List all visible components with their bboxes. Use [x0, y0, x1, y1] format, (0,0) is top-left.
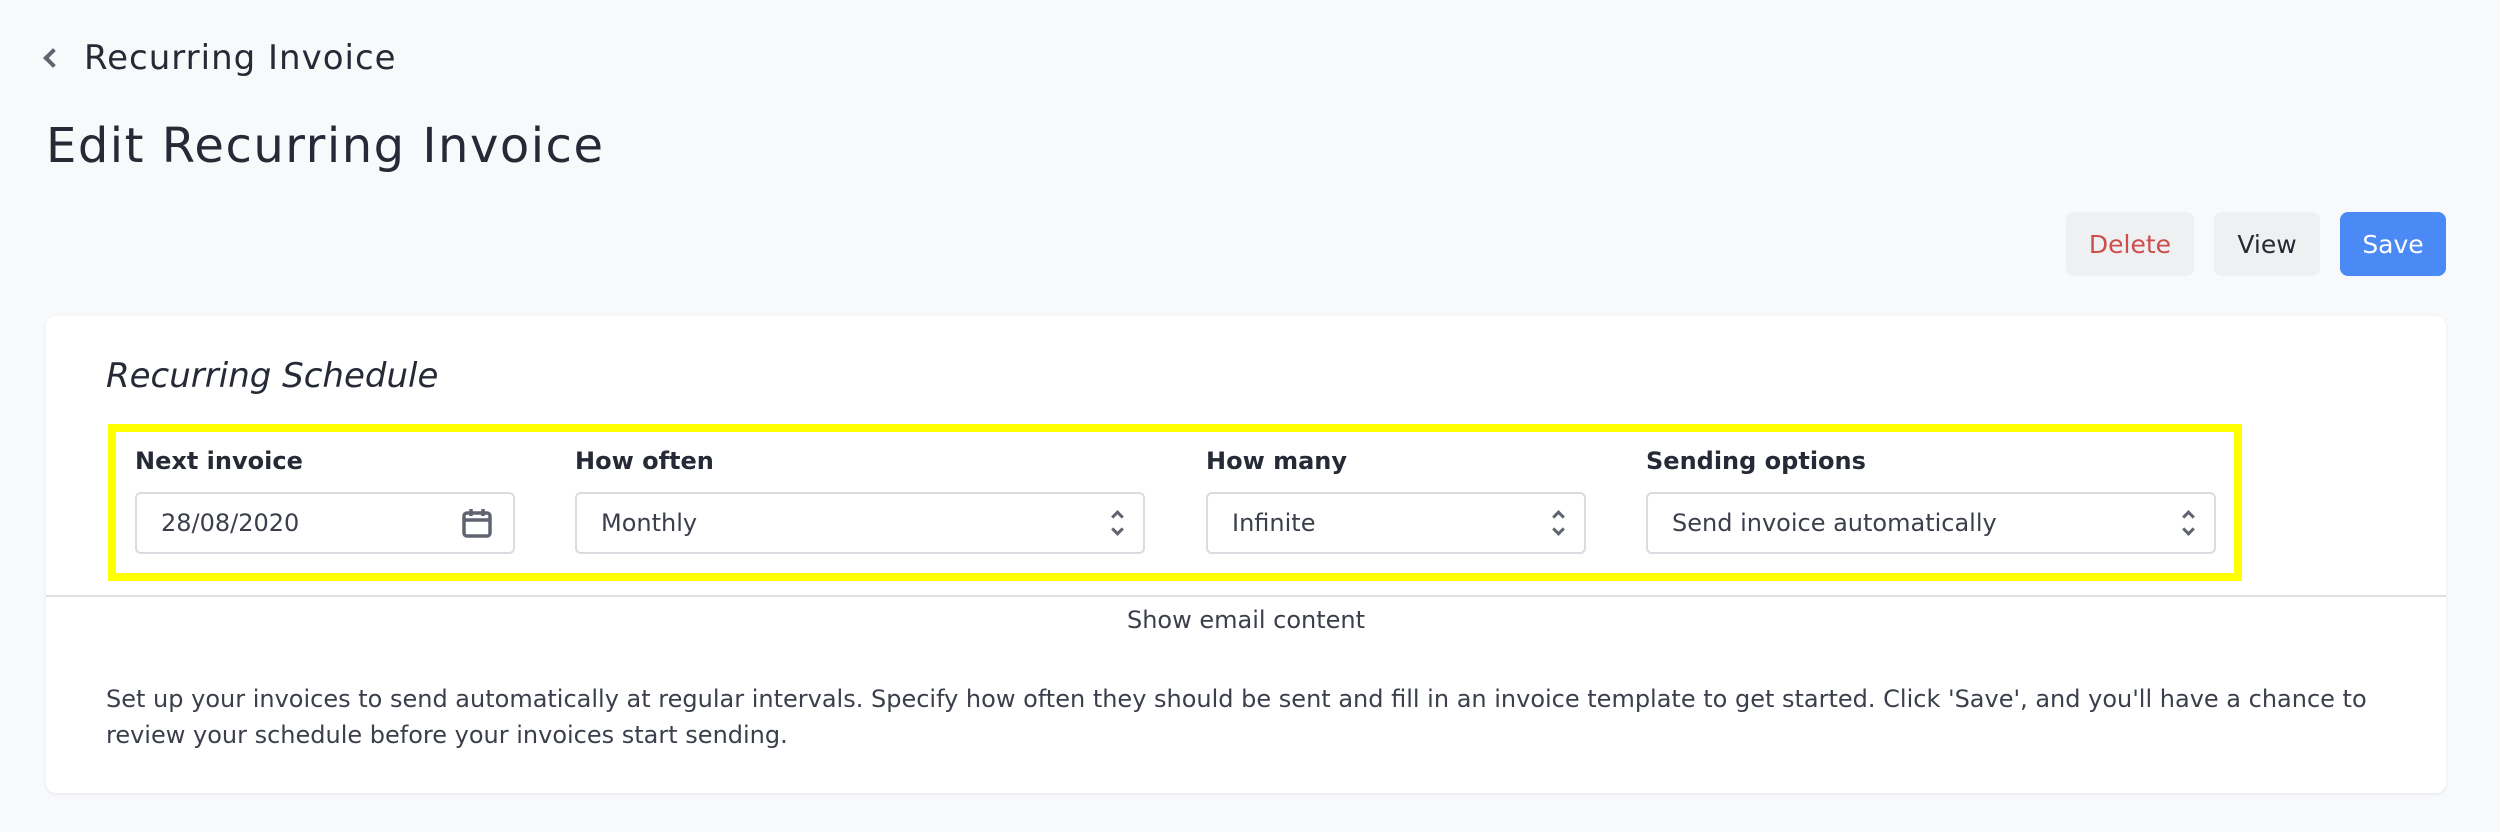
sending-options-label: Sending options [1646, 447, 1866, 475]
schedule-description: Set up your invoices to send automatical… [106, 685, 2367, 749]
next-invoice-field: Next invoice 28/08/2020 [135, 446, 515, 554]
chevron-up-down-icon [2182, 508, 2196, 538]
calendar-icon[interactable] [461, 507, 493, 539]
next-invoice-value: 28/08/2020 [161, 509, 300, 537]
how-many-value: Infinite [1232, 509, 1316, 537]
how-often-value: Monthly [601, 509, 698, 537]
chevron-up-down-icon [1552, 508, 1566, 538]
delete-button[interactable]: Delete [2066, 212, 2194, 276]
chevron-up-down-icon [1111, 508, 1125, 538]
sending-options-select[interactable]: Send invoice automatically [1646, 492, 2216, 554]
how-often-field: How often Monthly [575, 446, 1145, 554]
page-title: Edit Recurring Invoice [46, 118, 605, 174]
how-often-select[interactable]: Monthly [575, 492, 1145, 554]
edit-recurring-invoice-page: Recurring Invoice Edit Recurring Invoice… [0, 0, 2500, 832]
next-invoice-label: Next invoice [135, 447, 303, 475]
how-many-label: How many [1206, 447, 1348, 475]
show-email-content-link[interactable]: Show email content [46, 606, 2446, 634]
next-invoice-date-input[interactable]: 28/08/2020 [135, 492, 515, 554]
how-often-label: How often [575, 447, 714, 475]
view-button[interactable]: View [2214, 212, 2320, 276]
section-title: Recurring Schedule [106, 356, 439, 396]
chevron-left-icon [43, 48, 63, 68]
schedule-fields-highlight: Next invoice 28/08/2020 How often Monthl… [108, 424, 2242, 581]
back-link[interactable]: Recurring Invoice [40, 36, 397, 80]
divider [46, 595, 2446, 597]
how-many-field: How many Infinite [1206, 446, 1586, 554]
save-button[interactable]: Save [2340, 212, 2446, 276]
action-buttons: Delete View Save [2066, 212, 2446, 276]
sending-options-field: Sending options Send invoice automatical… [1646, 446, 2216, 554]
recurring-schedule-card: Recurring Schedule Next invoice 28/08/20… [46, 316, 2446, 793]
how-many-select[interactable]: Infinite [1206, 492, 1586, 554]
sending-options-value: Send invoice automatically [1672, 509, 1997, 537]
back-link-label: Recurring Invoice [84, 38, 397, 78]
